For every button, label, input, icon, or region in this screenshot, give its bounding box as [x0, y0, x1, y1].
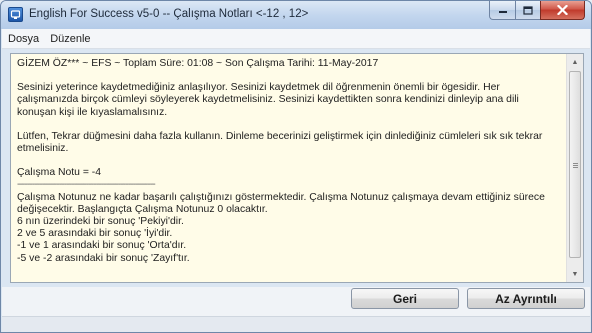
score-line: Çalışma Notu = -4 — [17, 167, 102, 179]
minimize-button[interactable] — [489, 1, 515, 20]
vertical-scrollbar[interactable]: ▲ ▼ — [566, 54, 583, 282]
window-controls — [489, 1, 585, 21]
report-header: GİZEM ÖZ*** ~ EFS ~ Toplam Süre: 01:08 ~… — [17, 58, 379, 69]
title-bar[interactable]: English For Success v5-0 -- Çalışma Notl… — [1, 1, 591, 29]
scale-line: 6 nın üzerindeki bir sonuç 'Pekiyi'dir. — [17, 216, 184, 228]
scale-line: 2 ve 5 arasındaki bir sonuç 'İyi'dir. — [17, 228, 173, 240]
minimize-icon — [498, 11, 507, 13]
window-title: English For Success v5-0 -- Çalışma Notl… — [29, 8, 309, 20]
repeat-advice: Lütfen, Tekrar düğmesini daha fazla kull… — [17, 130, 543, 155]
status-bar — [2, 316, 590, 332]
scrollbar-thumb[interactable] — [569, 71, 581, 258]
maximize-icon — [523, 5, 533, 15]
close-button[interactable] — [540, 1, 585, 20]
scale-line: -1 ve 1 arasındaki bir sonuç 'Orta'dır. — [17, 240, 187, 252]
menu-bar: Dosya Düzenle — [2, 29, 590, 49]
menu-file[interactable]: Dosya — [2, 33, 44, 45]
score-explanation: Çalışma Notunuz ne kadar başarılı çalışt… — [17, 191, 545, 215]
recording-advice: Sesinizi yeterince kaydetmediğiniz anlaş… — [17, 82, 519, 118]
back-button[interactable]: Geri — [351, 288, 459, 309]
separator-line: ----------------------------------------… — [17, 179, 156, 191]
app-window: English For Success v5-0 -- Çalışma Notl… — [0, 0, 592, 333]
less-detail-button[interactable]: Az Ayrıntılı — [467, 288, 585, 309]
grip-icon — [573, 163, 578, 169]
app-icon — [8, 7, 23, 22]
maximize-button[interactable] — [515, 1, 540, 20]
close-icon — [557, 5, 568, 15]
menu-edit[interactable]: Düzenle — [44, 33, 95, 45]
scroll-up-arrow-icon[interactable]: ▲ — [567, 54, 583, 70]
report-panel: GİZEM ÖZ*** ~ EFS ~ Toplam Süre: 01:08 ~… — [10, 53, 584, 283]
button-bar: Geri Az Ayrıntılı — [2, 287, 590, 332]
scroll-down-arrow-icon[interactable]: ▼ — [567, 266, 583, 282]
report-text[interactable]: GİZEM ÖZ*** ~ EFS ~ Toplam Süre: 01:08 ~… — [11, 54, 566, 282]
scale-line: -5 ve -2 arasındaki bir sonuç 'Zayıf'tır… — [17, 252, 190, 264]
